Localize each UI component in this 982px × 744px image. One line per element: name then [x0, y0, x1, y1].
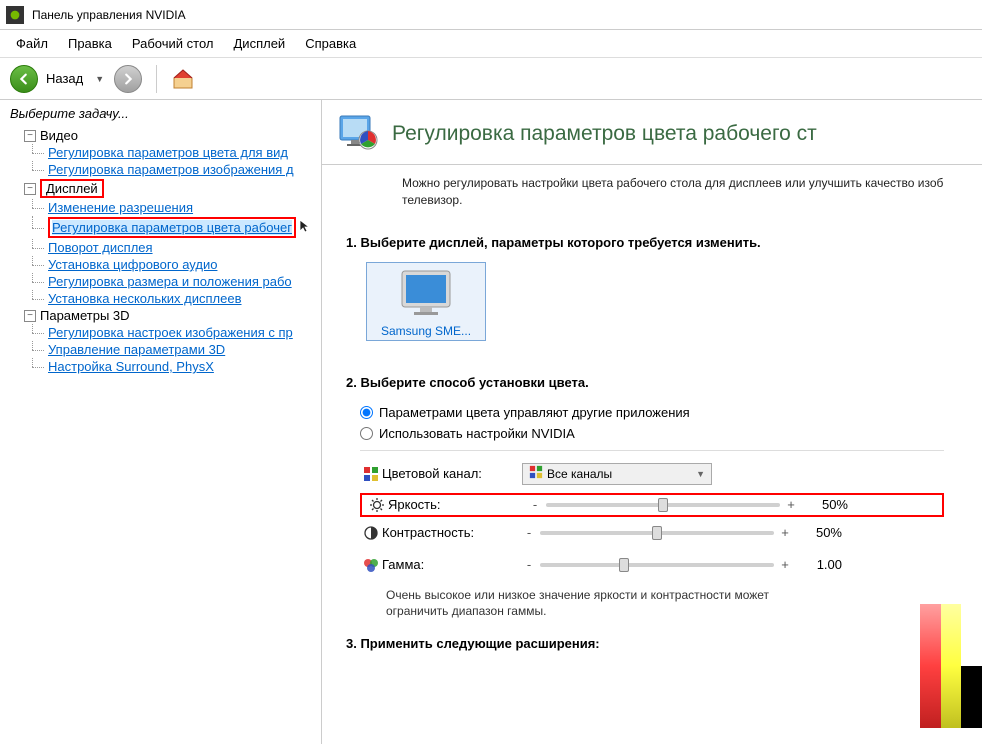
tree-group-3d[interactable]: − Параметры 3D	[4, 307, 317, 324]
radio-other-apps[interactable]: Параметрами цвета управляют другие прило…	[360, 402, 958, 423]
channel-dropdown[interactable]: Все каналы ▼	[522, 463, 712, 485]
brightness-value: 50%	[798, 497, 848, 512]
gamma-slider[interactable]: - + 1.00	[522, 557, 842, 572]
monitor-selector[interactable]: Samsung SME...	[366, 262, 486, 341]
color-channel-row: Цветовой канал: Все каналы ▼	[360, 455, 944, 493]
menu-file[interactable]: Файл	[8, 34, 56, 53]
home-button[interactable]	[171, 67, 195, 91]
forward-button[interactable]	[114, 65, 142, 93]
monitor-color-icon	[338, 112, 382, 156]
nvidia-icon	[6, 6, 24, 24]
tree-group-video[interactable]: − Видео	[4, 127, 317, 144]
main-header: Регулировка параметров цвета рабочего ст	[322, 100, 982, 165]
main-panel: Регулировка параметров цвета рабочего ст…	[322, 100, 982, 744]
channel-icon-small	[529, 465, 543, 482]
step1-title: 1. Выберите дисплей, параметры которого …	[346, 235, 958, 250]
content-area: Выберите задачу... − Видео Регулировка п…	[0, 100, 982, 744]
brightness-icon	[366, 497, 388, 513]
contrast-value: 50%	[792, 525, 842, 540]
monitor-label: Samsung SME...	[381, 324, 471, 338]
tree-item[interactable]: Установка нескольких дисплеев	[4, 290, 317, 307]
tree-item[interactable]: Установка цифрового аудио	[4, 256, 317, 273]
tree-item[interactable]: Регулировка размера и положения рабо	[4, 273, 317, 290]
back-label: Назад	[46, 71, 83, 86]
page-title: Регулировка параметров цвета рабочего ст	[392, 122, 817, 146]
gamma-row: Гамма: - + 1.00	[360, 549, 944, 581]
settings-panel: 1. Выберите дисплей, параметры которого …	[336, 223, 968, 676]
settings-note: Очень высокое или низкое значение яркост…	[386, 587, 826, 621]
sidebar-header: Выберите задачу...	[0, 100, 321, 127]
brightness-slider[interactable]: - + 50%	[528, 497, 848, 512]
toolbar: Назад ▼	[0, 58, 982, 100]
window-title: Панель управления NVIDIA	[32, 8, 186, 22]
step2-title: 2. Выберите способ установки цвета.	[346, 375, 958, 390]
titlebar: Панель управления NVIDIA	[0, 0, 982, 30]
menu-help[interactable]: Справка	[297, 34, 364, 53]
tree-item[interactable]: Поворот дисплея	[4, 239, 317, 256]
back-button[interactable]	[10, 65, 38, 93]
menubar: Файл Правка Рабочий стол Дисплей Справка	[0, 30, 982, 58]
task-sidebar: Выберите задачу... − Видео Регулировка п…	[0, 100, 322, 744]
collapse-icon[interactable]: −	[24, 130, 36, 142]
tree-item-selected[interactable]: Регулировка параметров цвета рабочег	[4, 216, 317, 239]
contrast-row: Контрастность: - + 50%	[360, 517, 944, 549]
back-dropdown-icon[interactable]: ▼	[91, 74, 108, 84]
toolbar-separator	[156, 65, 157, 93]
gamma-value: 1.00	[792, 557, 842, 572]
tree-item[interactable]: Регулировка настроек изображения с пр	[4, 324, 317, 341]
page-description: Можно регулировать настройки цвета рабоч…	[322, 165, 982, 223]
menu-desktop[interactable]: Рабочий стол	[124, 34, 222, 53]
menu-edit[interactable]: Правка	[60, 34, 120, 53]
collapse-icon[interactable]: −	[24, 310, 36, 322]
radio-nvidia[interactable]: Использовать настройки NVIDIA	[360, 423, 958, 444]
color-preview	[920, 604, 982, 744]
tree-item[interactable]: Управление параметрами 3D	[4, 341, 317, 358]
tree-item[interactable]: Регулировка параметров изображения д	[4, 161, 317, 178]
tree-item[interactable]: Изменение разрешения	[4, 199, 317, 216]
tree-item[interactable]: Настройка Surround, PhysX	[4, 358, 317, 375]
contrast-icon	[360, 525, 382, 541]
contrast-slider[interactable]: - + 50%	[522, 525, 842, 540]
collapse-icon[interactable]: −	[24, 183, 36, 195]
task-tree: − Видео Регулировка параметров цвета для…	[0, 127, 321, 375]
radio-other-apps-input[interactable]	[360, 406, 373, 419]
cursor-icon	[298, 218, 314, 237]
radio-nvidia-input[interactable]	[360, 427, 373, 440]
step3-title: 3. Применить следующие расширения:	[346, 636, 958, 651]
tree-group-display[interactable]: − Дисплей	[4, 178, 317, 199]
color-settings-group: Цветовой канал: Все каналы ▼	[360, 450, 944, 621]
brightness-row: Яркость: - + 50%	[360, 493, 944, 517]
menu-display[interactable]: Дисплей	[226, 34, 294, 53]
channel-icon	[360, 466, 382, 482]
tree-item[interactable]: Регулировка параметров цвета для вид	[4, 144, 317, 161]
chevron-down-icon: ▼	[696, 469, 705, 479]
gamma-icon	[360, 557, 382, 573]
